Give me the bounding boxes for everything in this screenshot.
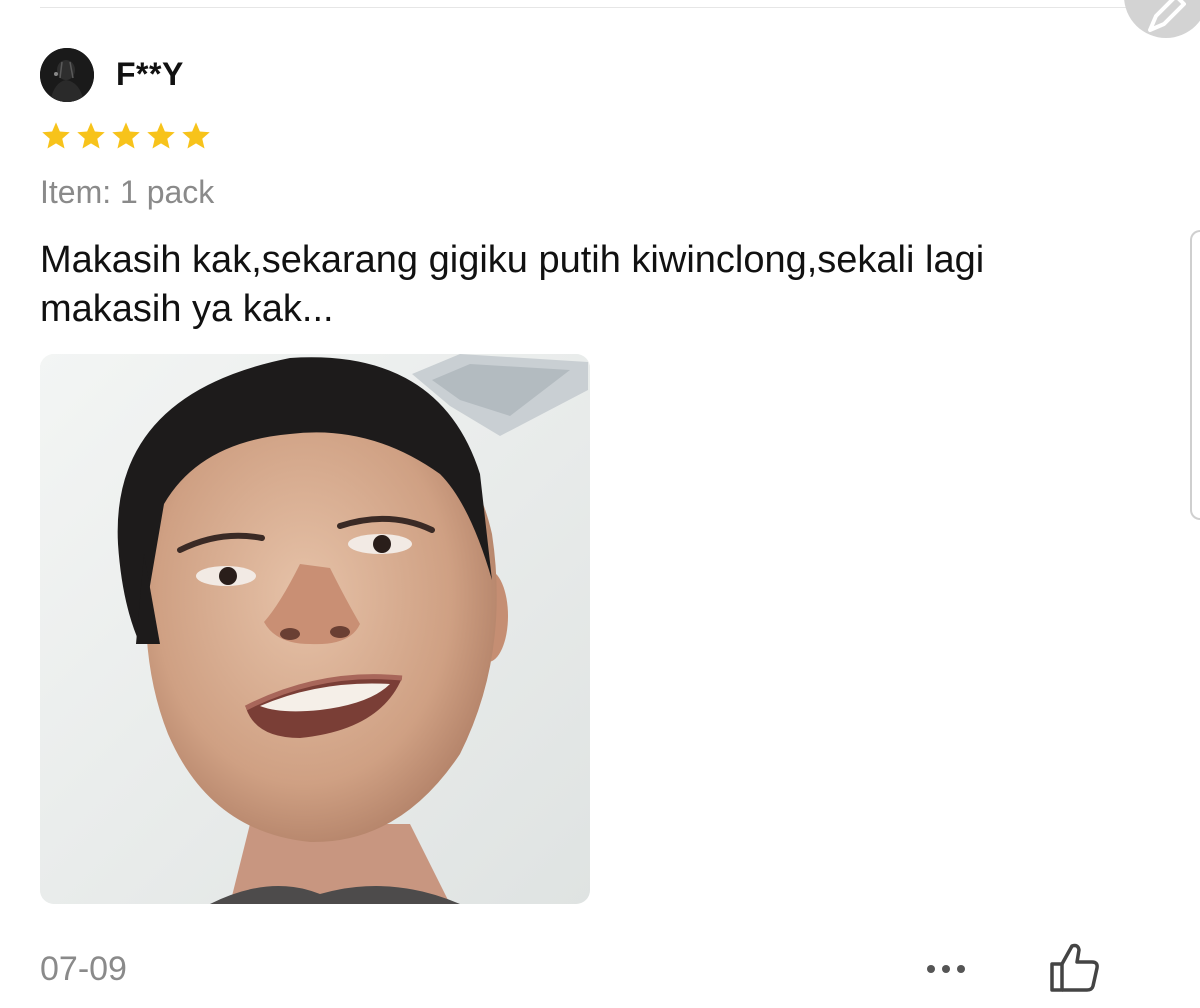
more-options-button[interactable] <box>922 954 970 984</box>
review-photo[interactable] <box>40 354 590 904</box>
thumbs-up-icon <box>1050 943 1099 992</box>
avatar[interactable] <box>40 48 94 102</box>
like-button[interactable] <box>1048 940 1102 994</box>
review-text: Makasih kak,sekarang gigiku putih kiwinc… <box>40 239 985 330</box>
item-variation: Item: 1 pack <box>40 174 215 210</box>
star-icon <box>42 122 70 149</box>
rating-stars <box>40 120 212 152</box>
star-icon <box>147 122 175 149</box>
top-divider <box>40 7 1150 8</box>
star-icon <box>112 122 140 149</box>
star-icon <box>182 122 210 149</box>
more-dots-icon <box>927 965 935 973</box>
side-drawer-handle[interactable] <box>1190 230 1200 520</box>
reviewer-name: F**Y <box>116 56 184 92</box>
edit-button[interactable] <box>1124 0 1200 38</box>
pencil-icon <box>1148 0 1186 32</box>
review-date: 07-09 <box>40 950 127 988</box>
star-icon <box>77 122 105 149</box>
